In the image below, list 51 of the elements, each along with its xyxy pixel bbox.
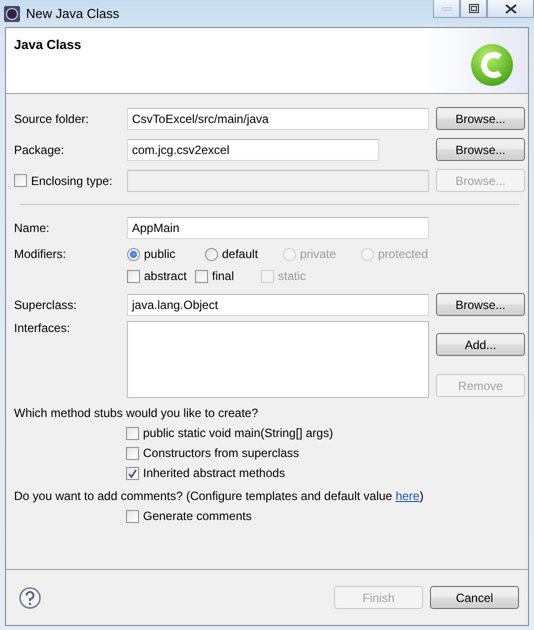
radio-label: private [300,247,336,261]
checkbox-label: Enclosing type: [31,174,112,188]
checkbox-label: static [278,269,306,283]
browse-button[interactable]: Browse... [436,138,525,161]
enclosing-type-field[interactable] [127,170,429,192]
checkbox-label: Generate comments [143,509,252,523]
package-field[interactable]: com.jcg.csv2excel [127,138,379,160]
close-button[interactable] [487,0,534,18]
field-label: Source folder: [14,112,90,126]
checkbox[interactable] [14,174,27,187]
field-label: Package: [14,142,66,156]
checkbox-label: abstract [144,269,187,283]
radio-label: default [222,247,258,261]
checkbox-label: Constructors from superclass [143,446,300,460]
minimize-icon [442,6,452,10]
app-icon [4,6,20,22]
checkbox[interactable] [126,466,139,480]
here-link[interactable]: here [396,489,420,503]
field-label: Name: [14,221,50,235]
maximize-button[interactable] [460,0,487,18]
interfaces-list[interactable] [127,321,429,398]
browse-button[interactable]: Browse... [436,293,525,316]
checkbox-label: final [212,269,234,283]
window-title: New Java Class [26,6,120,21]
checkbox[interactable] [195,270,208,282]
checkbox[interactable] [126,510,139,522]
name-field[interactable]: AppMain [127,217,429,239]
add-button[interactable]: Add... [436,333,525,356]
close-icon [504,4,516,14]
checkbox[interactable] [126,426,139,440]
field-label: Interfaces: [14,321,72,335]
question-text: Do you want to add comments? (Configure templates and default value here) [14,489,425,503]
header-title: Java Class [14,37,82,54]
question-text: Which method stubs would you like to create? [14,406,260,420]
superclass-field[interactable]: java.lang.Object [127,294,429,316]
radio-button[interactable] [205,248,218,260]
radio-button[interactable] [127,248,140,260]
field-label: Modifiers: [14,247,68,261]
maximize-icon [468,4,478,13]
source-folder-field[interactable]: CsvToExcel/src/main/java [127,108,429,130]
help-icon[interactable] [19,586,41,608]
radio-label: protected [378,247,428,261]
browse-button[interactable]: Browse... [436,107,525,130]
class-icon [470,43,514,87]
cancel-button[interactable]: Cancel [430,586,519,609]
checkbox-label: Inherited abstract methods [143,466,286,480]
checkbox[interactable] [126,446,139,460]
field-label: Superclass: [14,298,78,312]
radio-label: public [144,247,176,261]
checkbox[interactable] [127,270,140,282]
checkbox-label: public static void main(String[] args) [143,426,334,440]
